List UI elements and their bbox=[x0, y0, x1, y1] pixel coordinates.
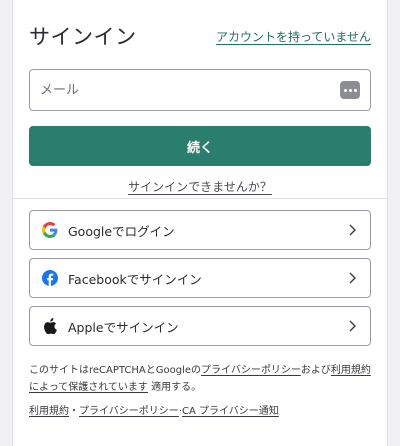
chevron-right-icon bbox=[349, 320, 356, 332]
terms-link[interactable]: 利用規約 bbox=[29, 406, 69, 417]
header: サインイン アカウントを持っていません bbox=[29, 20, 371, 52]
email-field[interactable] bbox=[29, 69, 371, 111]
legal-text: このサイトはreCAPTCHAとGoogleの bbox=[29, 365, 202, 376]
google-privacy-link[interactable]: プライバシーポリシー bbox=[201, 365, 301, 376]
legal-text: および bbox=[300, 365, 331, 376]
chevron-right-icon bbox=[349, 272, 356, 284]
recaptcha-notice: このサイトはreCAPTCHAとGoogleのプライバシーポリシーおよび利用規約… bbox=[29, 362, 373, 396]
privacy-policy-link[interactable]: プライバシーポリシー bbox=[79, 406, 179, 417]
google-login-label: Googleでログイン bbox=[68, 223, 175, 239]
continue-button[interactable]: 続く bbox=[29, 126, 371, 166]
legal-text: 適用する。 bbox=[147, 382, 202, 393]
divider bbox=[13, 198, 387, 199]
ca-privacy-link[interactable]: CA プライバシー通知 bbox=[182, 406, 279, 417]
apple-icon bbox=[42, 318, 58, 334]
password-manager-icon[interactable] bbox=[340, 81, 360, 99]
footer-links: 利用規約・プライバシーポリシー·CA プライバシー通知 bbox=[29, 402, 373, 417]
facebook-icon bbox=[42, 270, 58, 286]
footer-separator: ・ bbox=[69, 406, 79, 417]
no-account-link[interactable]: アカウントを持っていません bbox=[216, 28, 371, 45]
google-login-button[interactable]: Googleでログイン bbox=[29, 210, 371, 250]
facebook-login-label: Facebookでサインイン bbox=[68, 271, 202, 287]
apple-login-label: Appleでサインイン bbox=[68, 319, 179, 335]
facebook-login-button[interactable]: Facebookでサインイン bbox=[29, 258, 371, 298]
google-icon bbox=[42, 222, 58, 238]
chevron-right-icon bbox=[349, 224, 356, 236]
apple-login-button[interactable]: Appleでサインイン bbox=[29, 306, 371, 346]
page-title: サインイン bbox=[29, 25, 137, 49]
signin-card: サインイン アカウントを持っていません 続く サインインできませんか？ Goog… bbox=[12, 0, 388, 446]
cant-sign-in-link[interactable]: サインインできませんか？ bbox=[13, 178, 387, 195]
email-input[interactable] bbox=[40, 82, 340, 98]
